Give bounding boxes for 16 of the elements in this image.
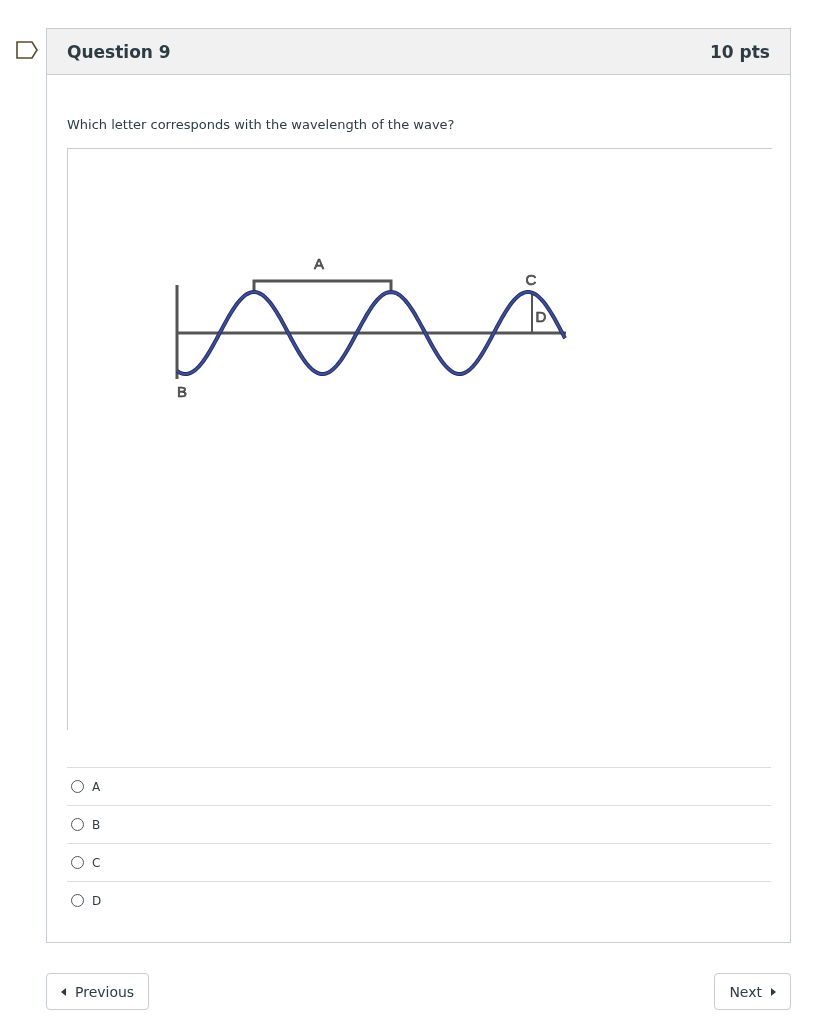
figure-label: B <box>177 383 187 400</box>
question-text: Which letter corresponds with the wavelength of the wave? <box>67 117 456 132</box>
answer-option[interactable]: B <box>67 805 771 843</box>
figure-label: A <box>314 255 324 272</box>
caret-right-icon <box>770 987 776 996</box>
answer-option[interactable]: C <box>67 843 771 881</box>
points: 10 pts <box>710 41 770 62</box>
answer-option[interactable]: D <box>67 881 771 919</box>
next-button[interactable]: Next <box>714 973 791 1010</box>
answer-option[interactable]: A <box>67 767 771 805</box>
flag-icon[interactable] <box>16 41 38 59</box>
previous-button[interactable]: Previous <box>46 973 150 1010</box>
caret-left-icon <box>61 987 67 996</box>
question-title: Question 9 <box>67 41 171 62</box>
figure-label: C <box>525 271 537 288</box>
figure-label: D <box>535 308 547 325</box>
